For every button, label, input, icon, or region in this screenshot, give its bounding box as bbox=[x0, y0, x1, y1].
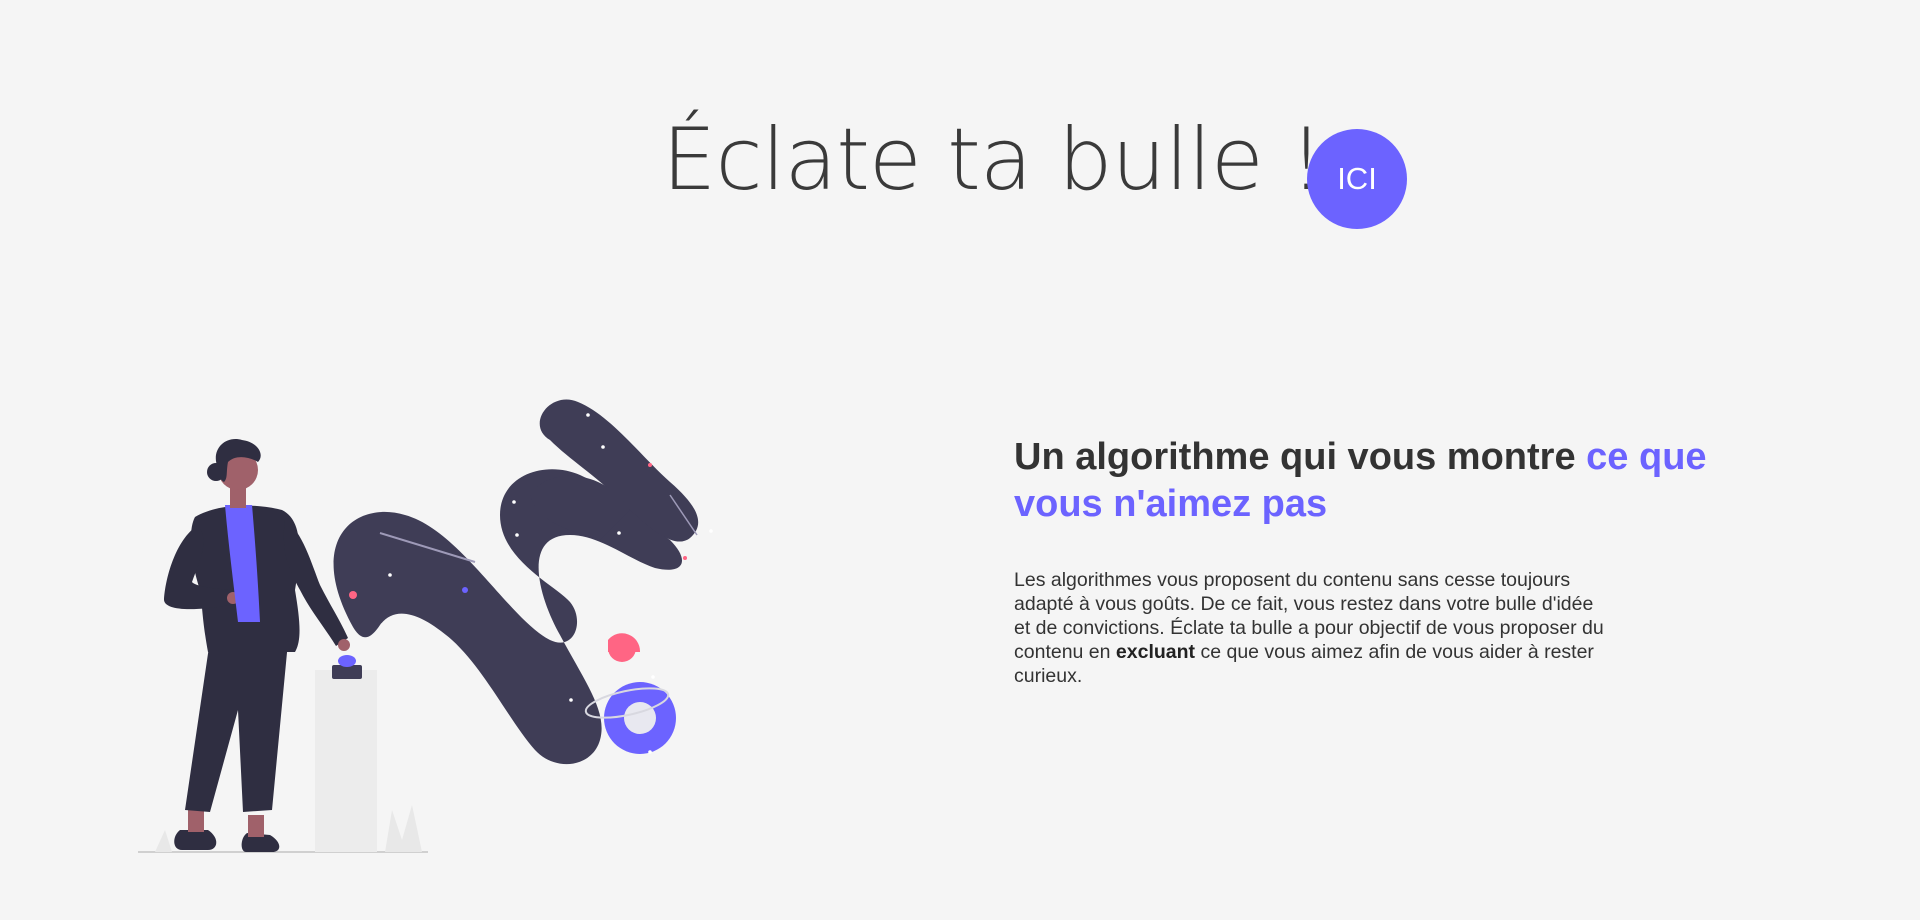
ici-button[interactable]: ICI bbox=[1307, 129, 1407, 229]
section-heading: Un algorithme qui vous montre ce que vou… bbox=[1014, 434, 1784, 528]
page-title: Éclate ta bulle ! bbox=[662, 110, 1324, 210]
section-description: Les algorithmes vous proposent du conten… bbox=[1014, 568, 1614, 688]
section-heading-text: Un algorithme qui vous montre bbox=[1014, 436, 1587, 478]
section-content: Un algorithme qui vous montre ce que vou… bbox=[1014, 434, 1784, 688]
page: Éclate ta bulle ! ICI Un algorithme qui … bbox=[0, 0, 1920, 920]
description-bold-word: excluant bbox=[1115, 641, 1196, 663]
person-pressing-button-illustration-icon bbox=[138, 399, 713, 853]
